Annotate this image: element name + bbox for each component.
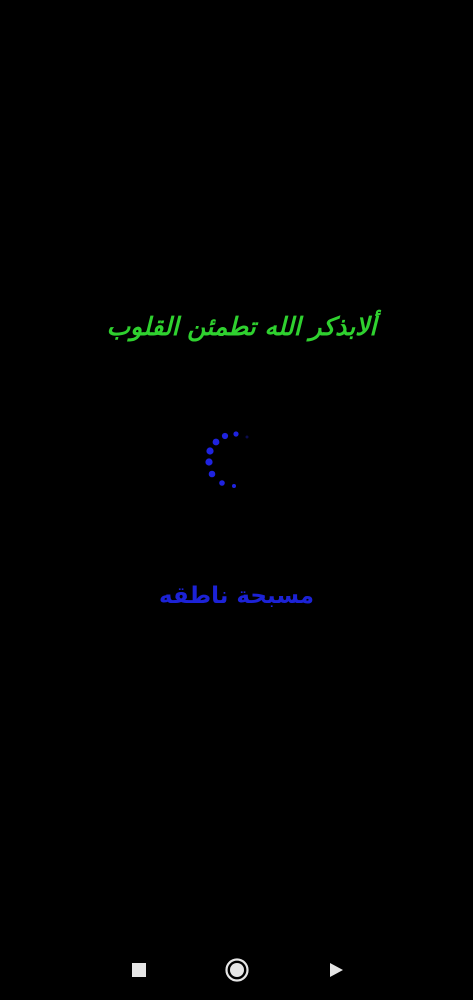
spinner-dot	[208, 470, 216, 478]
spinner-dot	[219, 480, 225, 486]
spinner-dot	[205, 458, 213, 466]
spinner-dot	[212, 438, 220, 446]
triangle-back-icon	[330, 963, 343, 977]
loading-spinner-icon	[205, 431, 249, 488]
square-recents-icon	[132, 963, 146, 977]
recents-button[interactable]	[119, 950, 159, 990]
spinner-dot	[206, 447, 214, 455]
system-navigation-bar	[0, 940, 473, 1000]
spinner-dot	[233, 431, 239, 437]
circle-home-icon	[225, 958, 249, 982]
spinner-dot	[245, 435, 249, 439]
splash-screen: ألابذكر الله تطمئن القلوب مسبحة ناطقه	[0, 0, 473, 1000]
app-name-text: مسبحة ناطقه	[158, 583, 314, 609]
home-button[interactable]	[217, 950, 257, 990]
spinner-dot	[221, 432, 229, 440]
back-button[interactable]	[316, 950, 356, 990]
spinner-dot	[232, 484, 236, 488]
tagline-text: ألابذكر الله تطمئن القلوب	[106, 312, 377, 341]
